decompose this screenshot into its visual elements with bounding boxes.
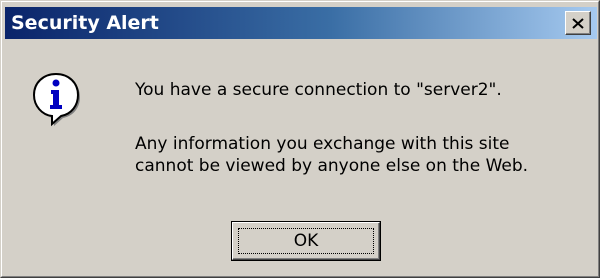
connection-message: You have a secure connection to "server2… [135,80,502,100]
privacy-message-line1: Any information you exchange with this s… [135,134,510,154]
privacy-message: Any information you exchange with this s… [135,133,528,177]
ok-button-label: OK [293,231,319,251]
close-icon [572,17,584,29]
title-bar[interactable]: Security Alert [5,7,597,39]
close-button[interactable] [565,11,591,35]
privacy-message-line2: cannot be viewed by anyone else on the W… [135,156,529,176]
security-alert-dialog: Security Alert You have a secure connect… [0,0,600,278]
ok-button[interactable]: OK [231,221,381,261]
dialog-title: Security Alert [11,12,159,34]
ok-button-focus-rect: OK [238,228,374,254]
info-icon [32,72,80,127]
ok-button-face: OK [232,222,380,260]
